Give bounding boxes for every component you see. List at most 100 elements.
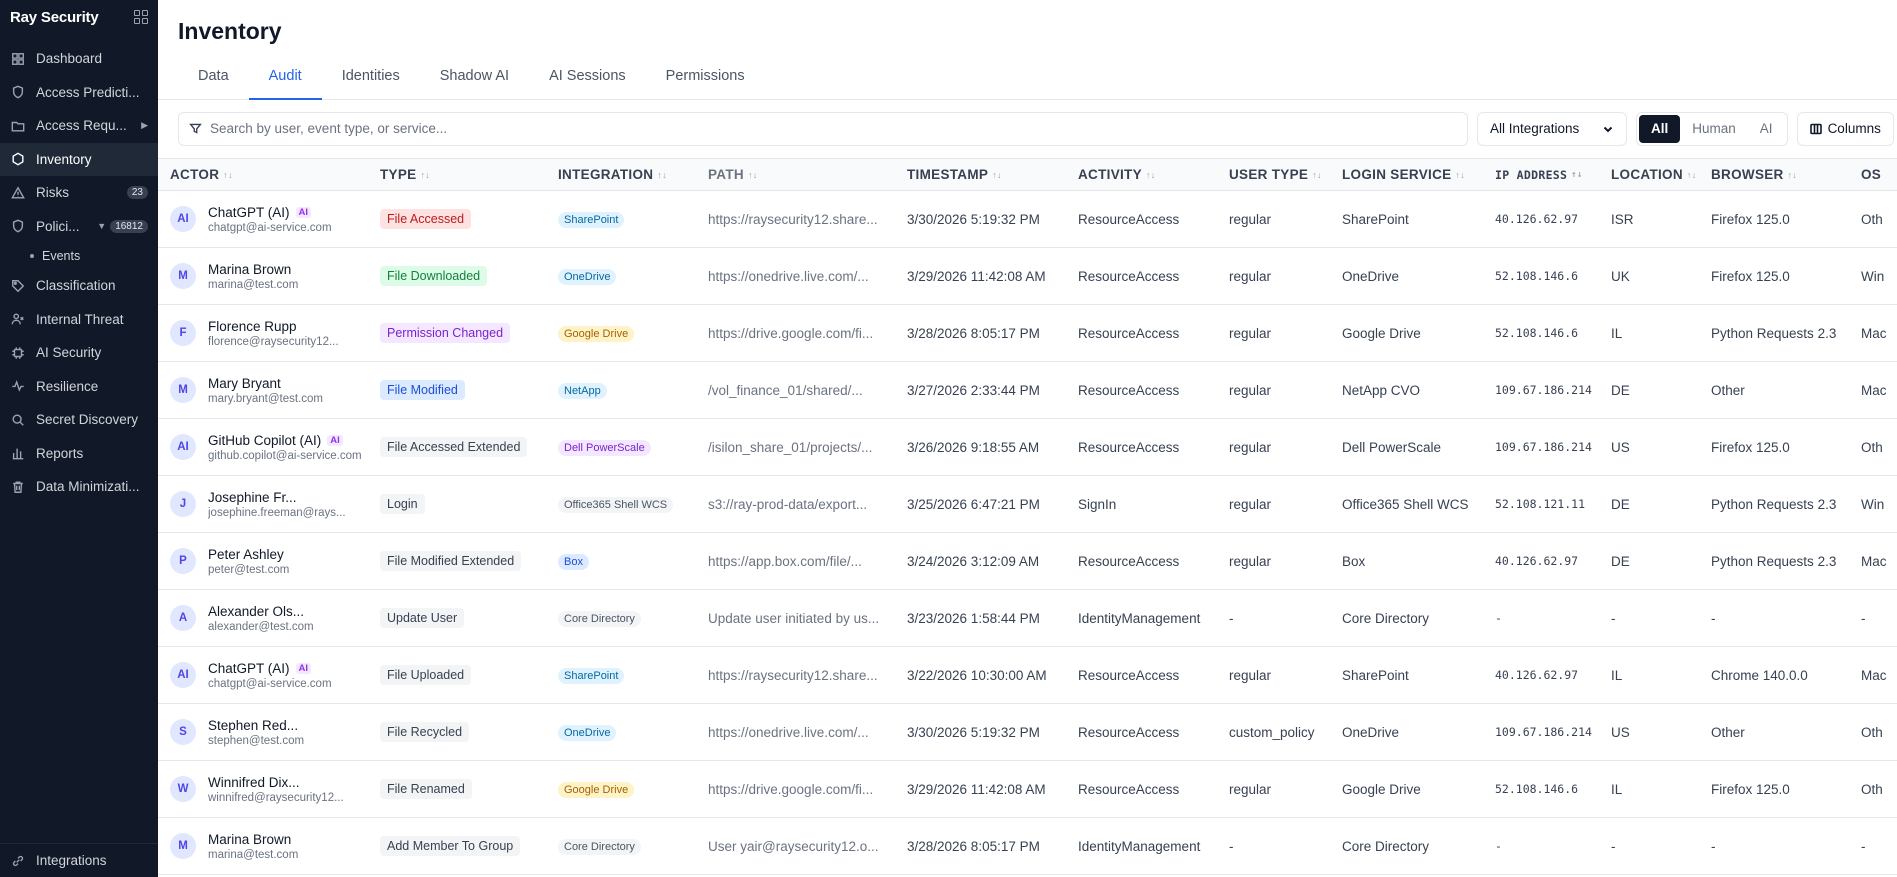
sort-icon[interactable]: ↑↓ (1788, 170, 1798, 180)
column-header-actor[interactable]: ACTOR ↑↓ (158, 167, 380, 182)
table-row[interactable]: W Winnifred Dix... winnifred@raysecurity12… (158, 761, 1897, 818)
column-header-location[interactable]: LOCATION ↑↓ (1611, 167, 1711, 182)
table-row[interactable]: P Peter Ashley peter@test.com File Modified… (158, 533, 1897, 590)
table-row[interactable]: M Mary Bryant mary.bryant@test.com File Mod… (158, 362, 1897, 419)
sidebar-item-access-predicti[interactable]: Access Predicti... (0, 76, 158, 110)
sidebar-item-risks[interactable]: Risks 23 (0, 176, 158, 210)
tab-permissions[interactable]: Permissions (646, 62, 765, 99)
sidebar-item-classification[interactable]: Classification (0, 269, 158, 303)
path-cell[interactable]: https://onedrive.live.com/... (708, 725, 907, 740)
tab-ai-sessions[interactable]: AI Sessions (529, 62, 646, 99)
app-switcher-icon[interactable] (134, 10, 148, 24)
sidebar-item-inventory[interactable]: Inventory (0, 142, 158, 176)
table-row[interactable]: AI GitHub Copilot (AI) AI github.copilot@ai… (158, 419, 1897, 476)
filter-human-button[interactable]: Human (1680, 115, 1748, 143)
sidebar-item-ai-security[interactable]: AI Security (0, 336, 158, 370)
actor-name[interactable]: Peter Ashley (208, 547, 289, 562)
column-header-login-service[interactable]: LOGIN SERVICE ↑↓ (1342, 167, 1495, 182)
search-icon (10, 412, 26, 428)
column-header-activity[interactable]: ACTIVITY ↑↓ (1078, 167, 1229, 182)
actor-name[interactable]: Josephine Fr... (208, 490, 346, 505)
column-header-type[interactable]: TYPE ↑↓ (380, 167, 558, 182)
filter-ai-button[interactable]: AI (1748, 115, 1785, 143)
path-cell[interactable]: https://raysecurity12.share... (708, 212, 907, 227)
sort-icon[interactable]: ↑↓ (1687, 170, 1697, 180)
sidebar-item-integrations[interactable]: Integrations (0, 843, 158, 877)
column-header-integration[interactable]: INTEGRATION ↑↓ (558, 167, 708, 182)
sort-icon[interactable]: ↑↓ (223, 170, 233, 180)
event-type-badge: File Modified (380, 380, 465, 400)
sort-icon[interactable]: ↑↓ (1146, 170, 1156, 180)
table-row[interactable]: AI ChatGPT (AI) AI chatgpt@ai-service.com Fi… (158, 647, 1897, 704)
timestamp-cell: 3/29/2026 11:42:08 AM (907, 268, 1046, 284)
actor-name[interactable]: Florence Rupp (208, 319, 339, 334)
tab-identities[interactable]: Identities (322, 62, 420, 99)
table-row[interactable]: F Florence Rupp florence@raysecurity12... P… (158, 305, 1897, 362)
table-row[interactable]: S Stephen Red... stephen@test.com File Recy… (158, 704, 1897, 761)
path-cell[interactable]: https://app.box.com/file/... (708, 554, 907, 569)
columns-button[interactable]: Columns (1796, 111, 1894, 146)
actor-name[interactable]: Alexander Ols... (208, 604, 314, 619)
sidebar-item-dashboard[interactable]: Dashboard (0, 42, 158, 76)
path-cell[interactable]: https://drive.google.com/fi... (708, 782, 907, 797)
sidebar-subitem-events[interactable]: Events (0, 243, 158, 269)
sort-icon[interactable]: ↑↓ (1571, 170, 1582, 180)
column-header-path[interactable]: PATH ↑↓ (708, 167, 907, 182)
path-cell[interactable]: https://onedrive.live.com/... (708, 269, 907, 284)
table-row[interactable]: AI ChatGPT (AI) AI chatgpt@ai-service.com Fi… (158, 191, 1897, 248)
caret-right-icon[interactable]: ▶ (141, 120, 148, 131)
actor-name[interactable]: GitHub Copilot (AI) AI (208, 433, 362, 448)
sort-icon[interactable]: ↑↓ (748, 170, 758, 180)
type-cell: File Modified (380, 380, 558, 400)
brand-logo[interactable]: Ray Security (10, 9, 99, 26)
sidebar-item-secret-discovery[interactable]: Secret Discovery (0, 403, 158, 437)
caret-down-icon[interactable]: ▼ (97, 221, 106, 231)
type-cell: Add Member To Group (380, 836, 558, 856)
sort-icon[interactable]: ↑↓ (992, 170, 1002, 180)
path-cell[interactable]: User yair@raysecurity12.o... (708, 839, 907, 854)
path-cell[interactable]: s3://ray-prod-data/export... (708, 497, 907, 512)
sidebar-item-data-minimizati[interactable]: Data Minimizati... (0, 470, 158, 504)
sort-icon[interactable]: ↑↓ (1312, 170, 1322, 180)
column-header-timestamp[interactable]: TIMESTAMP ↑↓ (907, 167, 1078, 182)
sidebar-item-label: Secret Discovery (36, 412, 139, 428)
path-cell[interactable]: /vol_finance_01/shared/... (708, 383, 907, 398)
actor-name[interactable]: Marina Brown (208, 832, 298, 847)
column-header-ip-address[interactable]: IP ADDRESS ↑↓ (1495, 168, 1611, 182)
tab-shadow-ai[interactable]: Shadow AI (420, 62, 529, 99)
sidebar-item-resilience[interactable]: Resilience (0, 370, 158, 404)
actor-name[interactable]: Stephen Red... (208, 718, 304, 733)
path-cell[interactable]: https://drive.google.com/fi... (708, 326, 907, 341)
column-header-label: ACTOR (170, 167, 220, 182)
actor-name[interactable]: ChatGPT (AI) AI (208, 205, 332, 220)
sidebar-item-internal-threat[interactable]: Internal Threat (0, 303, 158, 337)
column-header-browser[interactable]: BROWSER ↑↓ (1711, 167, 1861, 182)
integration-badge: Core Directory (558, 838, 641, 855)
login-service-cell: Box (1342, 553, 1366, 569)
filter-all-button[interactable]: All (1639, 114, 1681, 143)
path-cell[interactable]: /isilon_share_01/projects/... (708, 440, 907, 455)
search-input[interactable] (210, 121, 1457, 136)
actor-name[interactable]: Mary Bryant (208, 376, 323, 391)
sidebar-item-access-requ[interactable]: Access Requ... ▶ (0, 109, 158, 143)
tab-data[interactable]: Data (178, 62, 249, 99)
sort-icon[interactable]: ↑↓ (1455, 170, 1465, 180)
actor-name[interactable]: Winnifred Dix... (208, 775, 344, 790)
sidebar-item-reports[interactable]: Reports (0, 437, 158, 471)
table-row[interactable]: M Marina Brown marina@test.com File Downloa… (158, 248, 1897, 305)
path-cell[interactable]: Update user initiated by us... (708, 611, 907, 626)
tab-audit[interactable]: Audit (248, 62, 322, 100)
column-header-os[interactable]: OS (1861, 167, 1897, 182)
table-row[interactable]: M Marina Brown marina@test.com Add Member T… (158, 818, 1897, 875)
table-row[interactable]: J Josephine Fr... josephine.freeman@rays..… (158, 476, 1897, 533)
sort-icon[interactable]: ↑↓ (420, 170, 430, 180)
actor-name[interactable]: ChatGPT (AI) AI (208, 661, 332, 676)
column-header-user-type[interactable]: USER TYPE ↑↓ (1229, 167, 1342, 182)
table-row[interactable]: A Alexander Ols... alexander@test.com Updat… (158, 590, 1897, 647)
actor-name[interactable]: Marina Brown (208, 262, 298, 277)
sidebar-item-polici[interactable]: Polici... ▼ 16812 (0, 210, 158, 244)
sort-icon[interactable]: ↑↓ (657, 170, 667, 180)
path-cell[interactable]: https://raysecurity12.share... (708, 668, 907, 683)
integration-select[interactable]: All Integrations (1477, 111, 1627, 146)
os-cell: Win (1861, 496, 1885, 512)
